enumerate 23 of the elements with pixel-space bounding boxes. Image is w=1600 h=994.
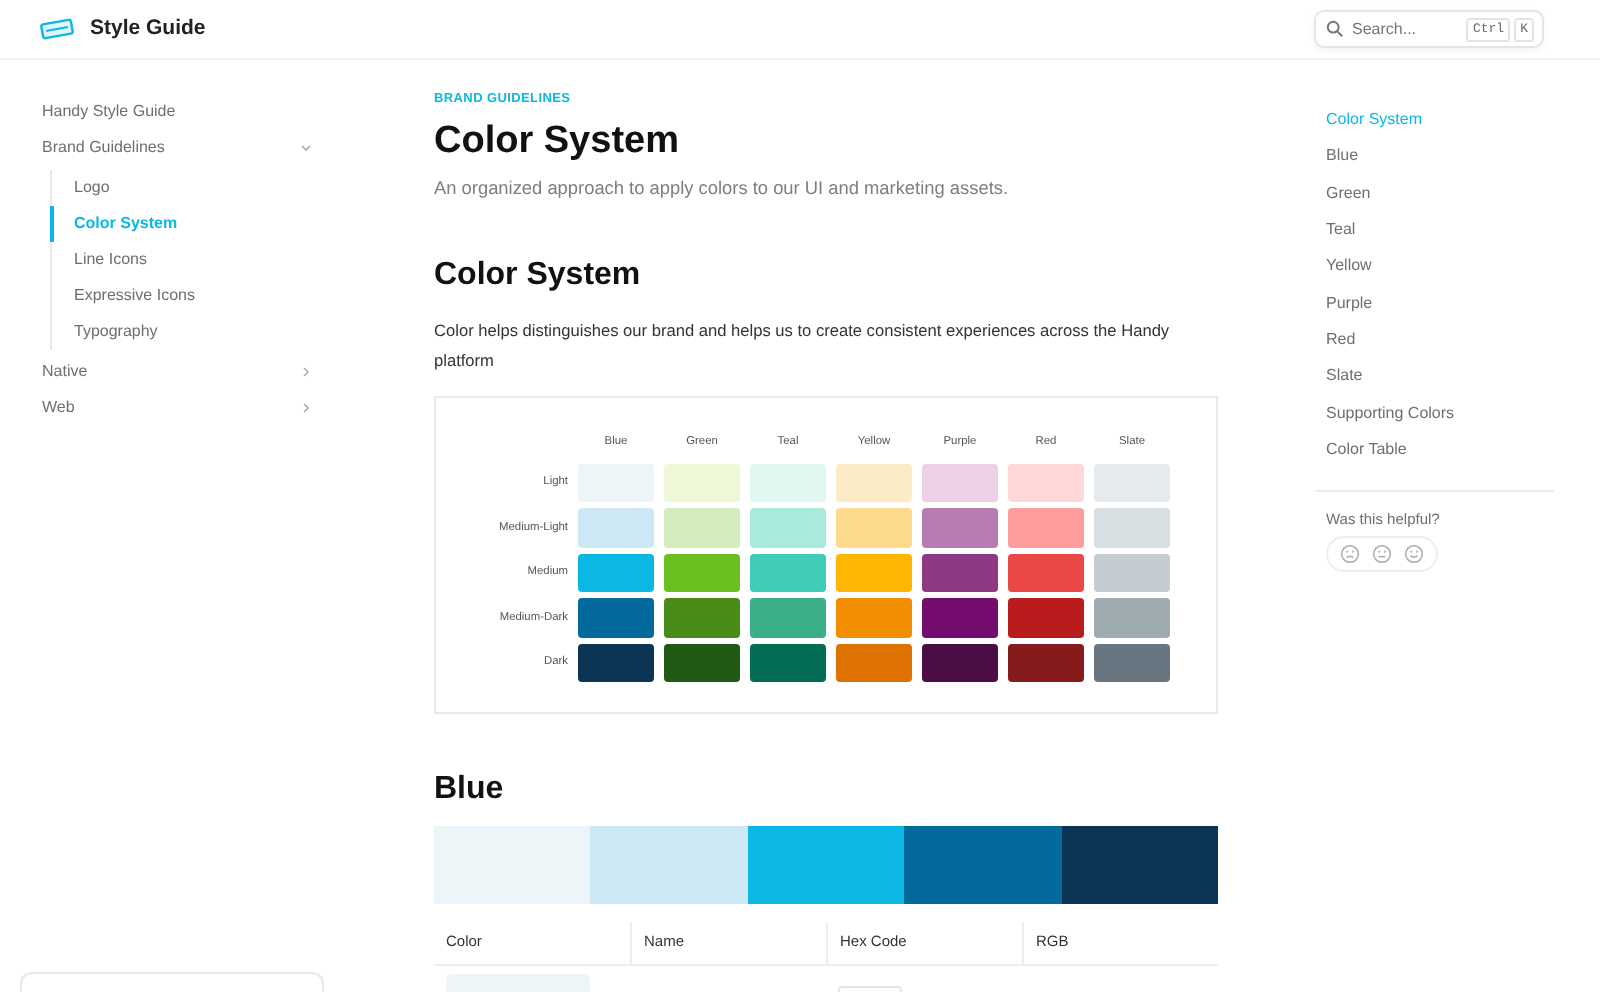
toc-link[interactable]: Red [1326, 321, 1554, 359]
section-text: Color helps distinguishes our brand and helps us to create consistent experiences across the Handy platform [434, 317, 1172, 374]
toc-link[interactable]: Color Table [1326, 431, 1554, 468]
toc-link[interactable]: Slate [1326, 358, 1554, 395]
page-subtitle: An organized approach to apply colors to our UI and marketing assets. [434, 175, 1011, 202]
sidebar-item[interactable]: Handy Style Guide [42, 94, 312, 130]
sidebar-subitem[interactable]: Expressive Icons [50, 278, 312, 314]
app-title: Style Guide [90, 13, 206, 44]
sidebar-subitem[interactable]: Line Icons [50, 242, 312, 278]
page-title: Color System [434, 119, 681, 166]
sidebar-subitem[interactable]: Typography [50, 314, 312, 350]
toc-link[interactable]: Yellow [1326, 248, 1554, 285]
toc-link[interactable]: Blue [1326, 138, 1554, 176]
toc-link[interactable]: Supporting Colors [1326, 394, 1554, 432]
toc-link[interactable]: Teal [1326, 211, 1554, 249]
section-title: Color System [434, 256, 643, 296]
sidebar-subitem[interactable]: Logo [50, 170, 312, 206]
toc-link[interactable]: Green [1326, 175, 1554, 212]
sidebar-item[interactable]: Web [42, 390, 312, 426]
sidebar-item[interactable]: Native [42, 354, 312, 390]
sidebar-item[interactable]: Brand Guidelines [42, 130, 312, 166]
section-title: Blue [434, 769, 506, 808]
toc-link[interactable]: Purple [1326, 284, 1554, 322]
